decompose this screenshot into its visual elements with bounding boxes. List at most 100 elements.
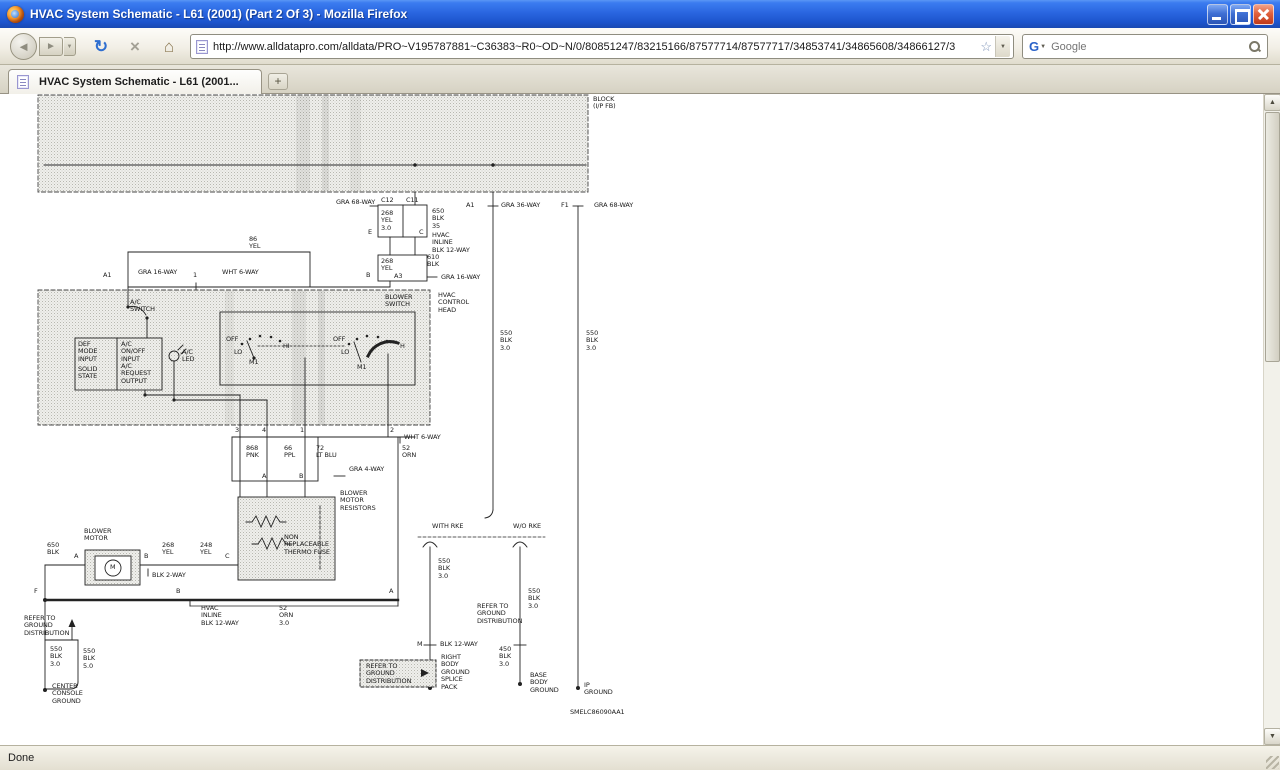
schematic-label: 86 YEL [249,236,260,251]
schematic-label: B [144,553,148,560]
schematic-label: 610 BLK [427,254,439,269]
forward-button[interactable]: ► [39,37,63,56]
schematic-label: M1 [357,364,367,371]
search-box[interactable]: G ▼ [1022,34,1268,59]
schematic-label: SMELC86090AA1 [570,709,625,716]
schematic-label: RIGHT BODY GROUND SPLICE PACK [441,654,470,691]
stop-icon: × [130,37,140,57]
schematic-label: 2 [390,427,394,434]
browser-window: HVAC System Schematic - L61 (2001) (Part… [0,0,1280,770]
schematic-label: 650 BLK 35 [432,208,444,230]
schematic-label: GRA 68-WAY [594,202,633,209]
history-dropdown-button[interactable]: ▼ [64,37,76,56]
window-title: HVAC System Schematic - L61 (2001) (Part… [30,7,1207,21]
schematic-label: LO [341,349,349,356]
minimize-button[interactable] [1207,4,1228,25]
chevron-down-icon: ▼ [67,44,73,50]
schematic-label: B [366,272,370,279]
resize-grip[interactable] [1266,756,1279,769]
scroll-up-button[interactable]: ▲ [1264,94,1280,111]
search-input[interactable] [1051,41,1248,53]
schematic-label: B [176,588,180,595]
schematic-label: M [417,641,423,648]
url-input[interactable] [213,37,977,57]
schematic-label: REFER TO GROUND DISTRIBUTION [477,603,522,625]
bookmark-star-icon[interactable]: ☆ [980,39,992,55]
schematic-label: C12 [381,197,394,204]
schematic-label: WHT 6-WAY [222,269,259,276]
stop-button[interactable]: × [122,34,148,59]
status-bar: Done [0,745,1280,770]
schematic-label: 3 [235,427,239,434]
page-favicon [196,40,208,54]
schematic-label: 52 ORN 3.0 [279,605,293,627]
schematic-label: BLOWER MOTOR [84,528,111,543]
schematic-label: 450 BLK 3.0 [499,646,511,668]
schematic-label: BLOWER MOTOR RESISTORS [340,490,376,512]
schematic-label: BLK 2-WAY [152,572,186,579]
new-tab-button[interactable]: + [268,73,288,90]
schematic-label: BLOCK (I/P FB) [593,96,616,111]
schematic-label: A [389,588,393,595]
tab-hvac-schematic[interactable]: HVAC System Schematic - L61 (2001... [8,69,262,94]
schematic-label: 550 BLK 3.0 [500,330,512,352]
back-button[interactable]: ◄ [10,33,37,60]
schematic-label: WITH RKE [432,523,463,530]
close-button[interactable] [1253,4,1274,25]
schematic-label: HVAC INLINE BLK 12-WAY [432,232,470,254]
schematic-label: 72 LT BLU [316,445,337,460]
schematic-label: IP GROUND [584,682,613,697]
schematic-label: 66 PPL [284,445,295,460]
scrollbar-thumb[interactable] [1265,112,1280,362]
schematic-label: HVAC INLINE BLK 12-WAY [201,605,239,627]
schematic-label: 248 YEL [200,542,212,557]
schematic-label: GRA 36-WAY [501,202,540,209]
titlebar: HVAC System Schematic - L61 (2001) (Part… [0,0,1280,28]
schematic-label: A [262,473,266,480]
schematic-label: HI [283,343,290,350]
schematic-label: A/C REQUEST OUTPUT [121,363,151,385]
schematic-label: GRA 16-WAY [138,269,177,276]
url-dropdown-button[interactable]: ▼ [995,36,1010,57]
schematic-label: 268 YEL 3.0 [381,210,393,232]
schematic-label: GRA 16-WAY [441,274,480,281]
schematic-label: 268 YEL [381,258,393,273]
schematic-label: 52 ORN [402,445,416,460]
tab-favicon [17,75,29,89]
search-icon[interactable] [1248,40,1261,53]
schematic-label: REFER TO GROUND DISTRIBUTION [366,663,411,685]
nav-toolbar: ◄ ► ▼ ↻ × ⌂ ☆ ▼ G ▼ [0,28,1280,65]
schematic-label: CENTER CONSOLE GROUND [52,683,83,705]
schematic-label: B [299,473,303,480]
schematic-label: BLK 12-WAY [440,641,478,648]
vertical-scrollbar[interactable]: ▲ ▼ [1263,94,1280,745]
maximize-button[interactable] [1230,4,1251,25]
google-icon: G [1029,39,1039,54]
schematic-label: 868 PNK [246,445,259,460]
schematic-label: M1 [249,359,259,366]
schematic-label: WHT 6-WAY [404,434,441,441]
schematic-label: 4 [262,427,266,434]
window-controls [1207,4,1274,25]
schematic-label: W/O RKE [513,523,541,530]
schematic-label: F1 [561,202,569,209]
page-content: BLOCK (I/P FB)GRA 68-WAYC12C11268 YEL 3.… [0,94,1280,745]
url-bar[interactable]: ☆ ▼ [190,34,1014,59]
home-button[interactable]: ⌂ [156,34,182,59]
schematic-label: A1 [103,272,111,279]
schematic-label: A/C LED [182,349,194,364]
schematic-label: 1 [193,272,197,279]
schematic-label: NON REPLACEABLE THERMO FUSE [284,534,330,556]
schematic-label: HVAC CONTROL HEAD [438,292,469,314]
tab-label: HVAC System Schematic - L61 (2001... [39,76,239,88]
reload-button[interactable]: ↻ [88,34,114,59]
schematic-label: M [110,564,116,571]
schematic-label: GRA 4-WAY [349,466,384,473]
scroll-down-button[interactable]: ▼ [1264,728,1280,745]
search-engine-dropdown[interactable]: ▼ [1040,44,1046,50]
schematic-label: DEF MODE INPUT [78,341,97,363]
chevron-down-icon: ▼ [1000,44,1006,50]
schematic-label: 550 BLK 3.0 [528,588,540,610]
schematic-label: 268 YEL [162,542,174,557]
schematic-label: A/C ON/OFF INPUT [121,341,145,363]
